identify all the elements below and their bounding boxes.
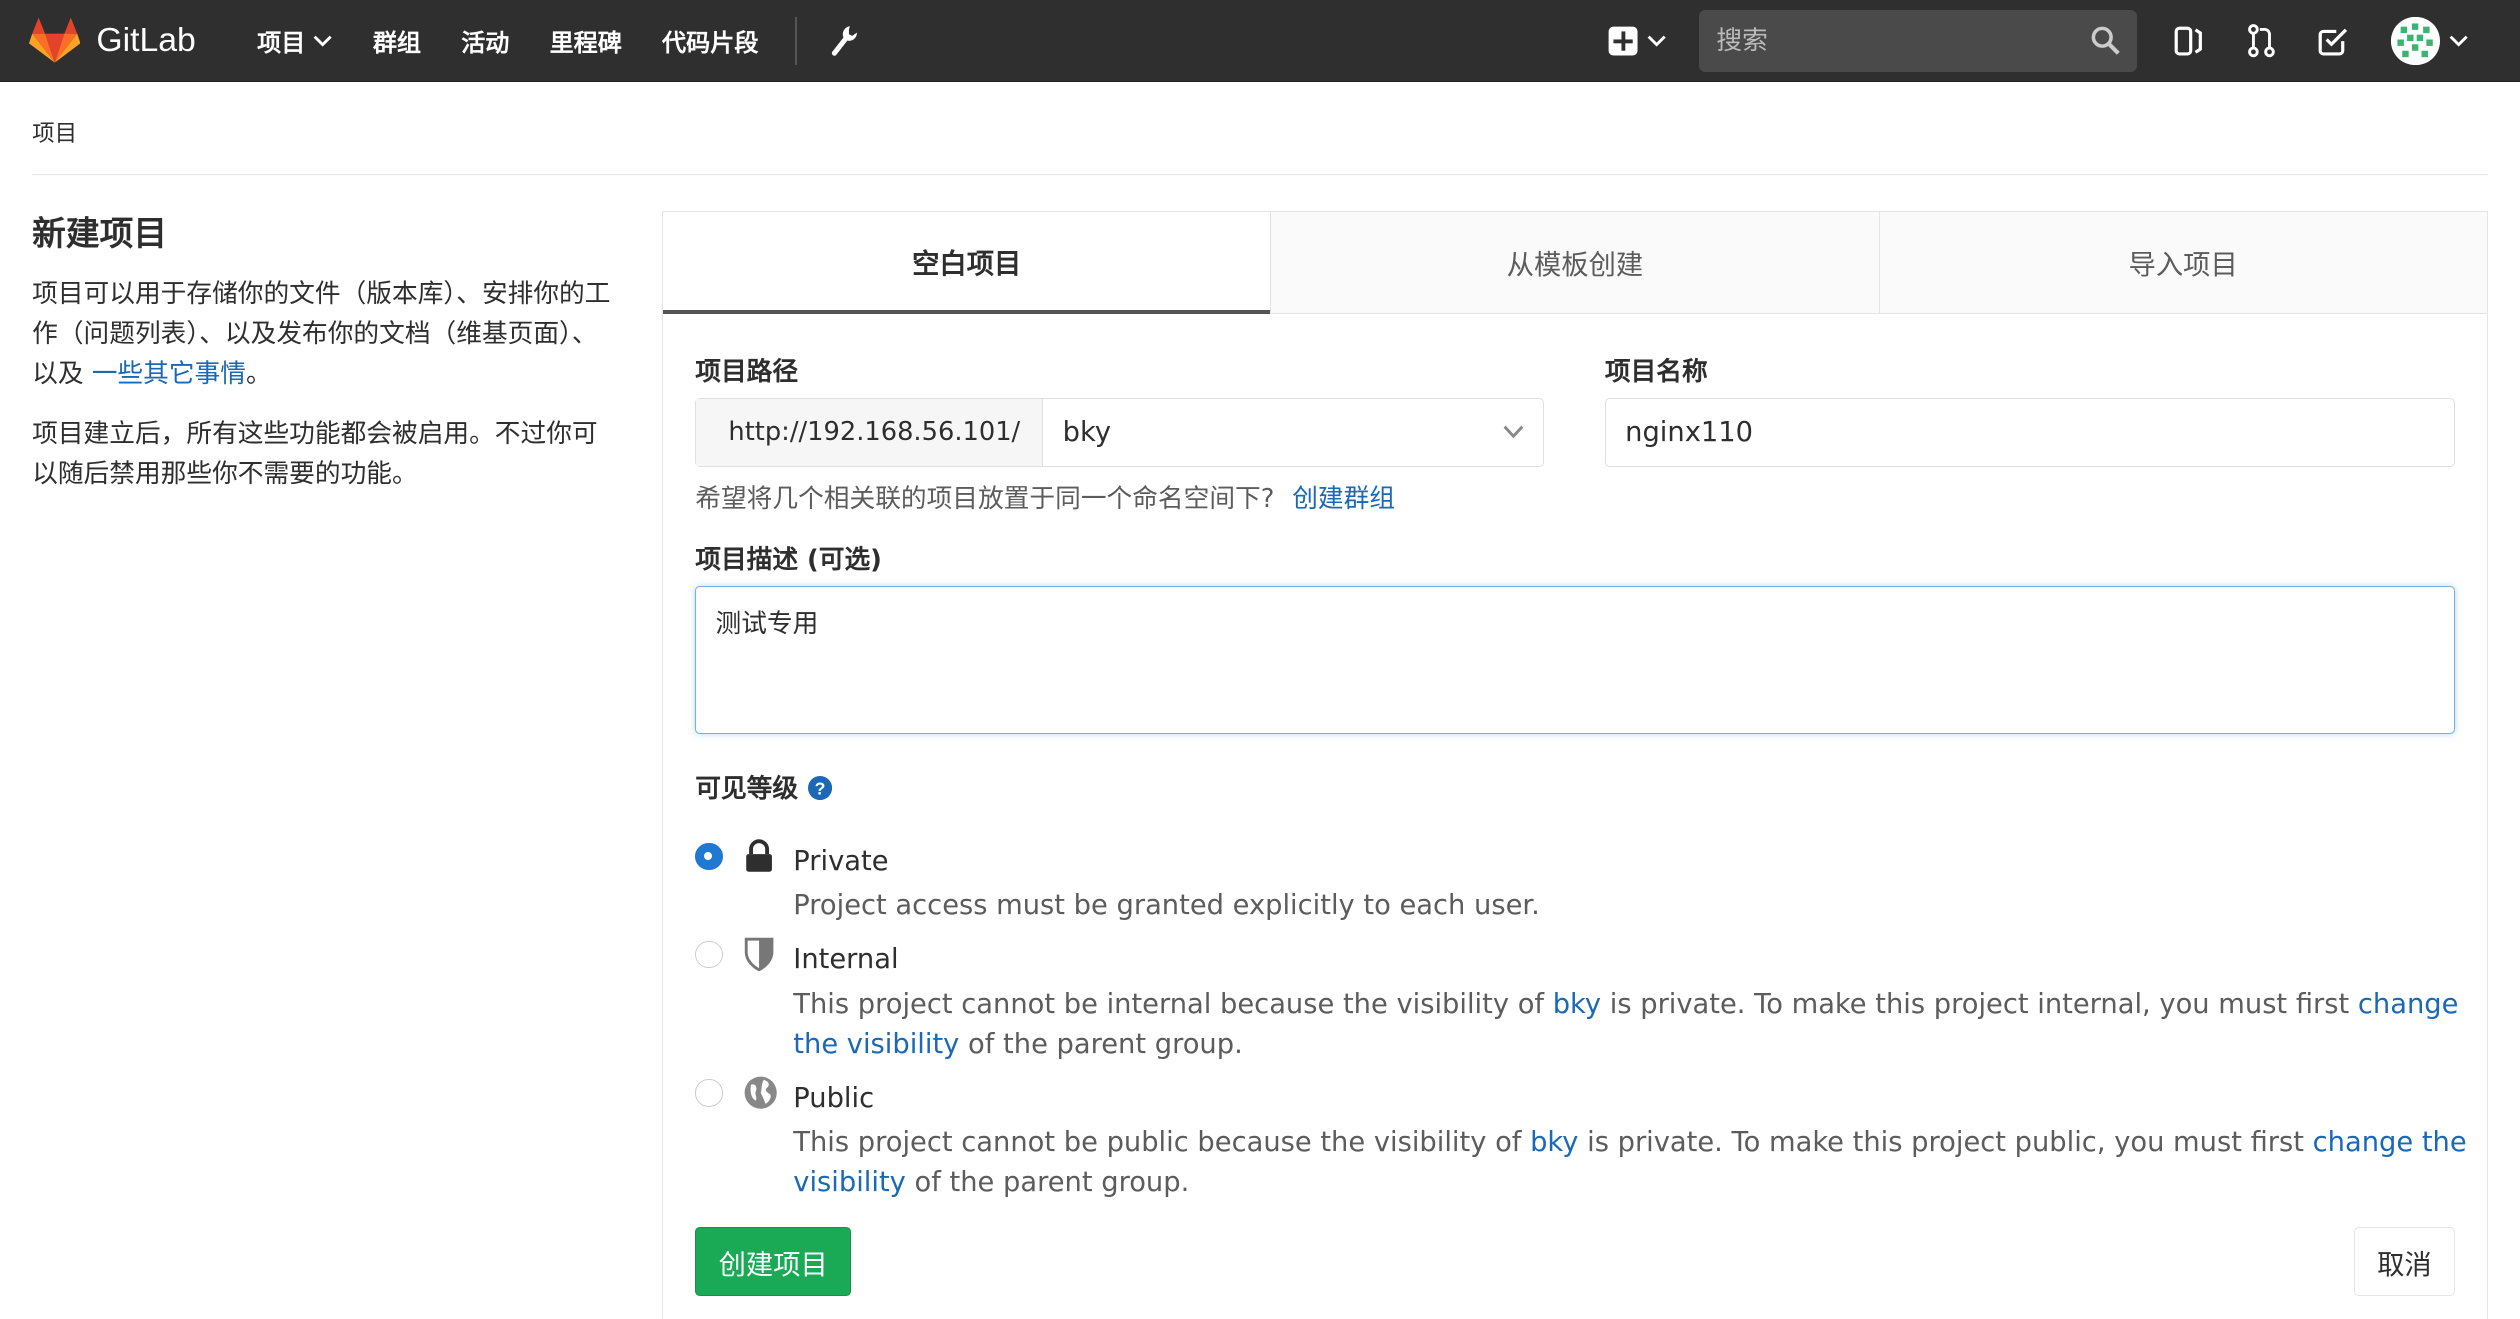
internal-desc-mid: is private. To make this project interna… bbox=[1601, 988, 2358, 1020]
brand-name: GitLab bbox=[96, 20, 196, 59]
user-menu[interactable] bbox=[2391, 16, 2468, 66]
public-group-link[interactable]: bky bbox=[1530, 1127, 1578, 1158]
nav-activity[interactable]: 活动 bbox=[461, 23, 509, 58]
internal-title: Internal bbox=[793, 944, 899, 976]
plus-square-icon bbox=[1608, 26, 1638, 56]
project-description-label: 项目描述 (可选) bbox=[695, 545, 882, 576]
todo-check-icon bbox=[2319, 28, 2348, 56]
nav-projects[interactable]: 项目 bbox=[257, 23, 333, 58]
svg-text:?: ? bbox=[814, 778, 825, 798]
private-title: Private bbox=[793, 846, 889, 878]
project-name-label: 项目名称 bbox=[1604, 357, 1708, 388]
public-desc-pre: This project cannot be public because th… bbox=[793, 1126, 1531, 1158]
help-question-icon[interactable]: ? bbox=[807, 775, 832, 800]
chevron-down-icon bbox=[1647, 35, 1667, 47]
tab-from-template[interactable]: 从模板创建 bbox=[1270, 211, 1879, 315]
cancel-button[interactable]: 取消 bbox=[2353, 1227, 2456, 1297]
project-description-textarea[interactable]: 测试专用 bbox=[695, 585, 2456, 734]
private-description: Project access must be granted explicitl… bbox=[793, 890, 1540, 922]
brand[interactable]: GitLab bbox=[28, 16, 196, 64]
internal-description: This project cannot be internal because … bbox=[793, 985, 2480, 1065]
nav-snippets[interactable]: 代码片段 bbox=[662, 23, 758, 58]
visibility-option-private: Private Project access must be granted e… bbox=[695, 839, 2463, 923]
project-tabs: 空白项目 从模板创建 导入项目 bbox=[663, 211, 2487, 315]
namespace-value: bky bbox=[1062, 416, 1112, 448]
visibility-option-public: Public This project cannot be public bec… bbox=[695, 1076, 2467, 1201]
public-desc-mid: is private. To make this project public,… bbox=[1578, 1126, 2313, 1158]
intro-column: 新建项目 项目可以用于存储你的文件（版本库）、安排你的工作（问题列表）、以及发布… bbox=[32, 206, 611, 514]
path-prefix: http://192.168.56.101/ bbox=[696, 398, 1044, 467]
nav-projects-label: 项目 bbox=[257, 29, 306, 58]
shield-icon bbox=[745, 938, 774, 972]
merge-requests-nav-button[interactable] bbox=[2247, 23, 2276, 58]
internal-desc-post: of the parent group. bbox=[959, 1028, 1243, 1060]
visibility-option-internal: Internal This project cannot be internal… bbox=[695, 938, 2463, 1063]
private-radio[interactable] bbox=[695, 843, 723, 871]
intro-paragraph-1: 项目可以用于存储你的文件（版本库）、安排你的工作（问题列表）、以及发布你的文档（… bbox=[32, 274, 611, 395]
todos-nav-button[interactable] bbox=[2317, 25, 2349, 57]
chevron-down-icon bbox=[313, 35, 333, 47]
public-description: This project cannot be public because th… bbox=[793, 1123, 2480, 1203]
visibility-label: 可见等级? bbox=[695, 768, 832, 805]
nav-divider bbox=[795, 16, 797, 66]
page-title: 新建项目 bbox=[32, 213, 168, 253]
namespace-select[interactable]: bky bbox=[1043, 399, 1542, 466]
more-features-link[interactable]: 一些其它事情 bbox=[92, 359, 246, 389]
create-project-button[interactable]: 创建项目 bbox=[695, 1227, 852, 1297]
nav-milestones[interactable]: 里程碑 bbox=[550, 23, 622, 58]
merge-request-icon bbox=[2247, 24, 2275, 58]
search-icon bbox=[2091, 26, 2120, 55]
internal-desc-pre: This project cannot be internal because … bbox=[793, 988, 1553, 1020]
tab-import-project[interactable]: 导入项目 bbox=[1878, 211, 2487, 315]
tab-blank-project[interactable]: 空白项目 bbox=[663, 211, 1271, 315]
visibility-label-text: 可见等级 bbox=[695, 773, 799, 804]
issues-icon bbox=[2174, 26, 2202, 56]
search-box bbox=[1698, 9, 2138, 73]
admin-area-button[interactable] bbox=[829, 23, 861, 58]
breadcrumb-divider bbox=[32, 173, 2488, 176]
avatar bbox=[2391, 16, 2440, 66]
chevron-down-icon bbox=[1503, 425, 1523, 439]
gitlab-logo-icon bbox=[28, 17, 81, 63]
internal-group-link[interactable]: bky bbox=[1553, 989, 1601, 1020]
nav-groups[interactable]: 群组 bbox=[373, 23, 421, 58]
nav-links: 项目 群组 活动 里程碑 代码片段 bbox=[257, 0, 861, 82]
namespace-help-text: 希望将几个相关联的项目放置于同一个命名空间下? bbox=[695, 484, 1275, 515]
intro-text-end: 。 bbox=[245, 359, 272, 390]
public-desc-post: of the parent group. bbox=[905, 1166, 1190, 1198]
search-input[interactable] bbox=[1698, 9, 2138, 73]
namespace-help: 希望将几个相关联的项目放置于同一个命名空间下? 创建群组 bbox=[695, 478, 1395, 515]
project-path-group: http://192.168.56.101/ bky bbox=[695, 397, 1544, 468]
nav-right bbox=[1607, 0, 2520, 82]
issues-nav-button[interactable] bbox=[2173, 25, 2205, 57]
top-navbar: GitLab 项目 群组 活动 里程碑 代码片段 bbox=[0, 0, 2520, 82]
intro-paragraph-2: 项目建立后，所有这些功能都会被启用。不过你可以随后禁用那些你不需要的功能。 bbox=[32, 418, 598, 489]
project-path-label: 项目路径 bbox=[695, 357, 799, 388]
project-name-input[interactable] bbox=[1604, 397, 2456, 468]
breadcrumb[interactable]: 项目 bbox=[32, 116, 77, 148]
new-dropdown[interactable] bbox=[1607, 25, 1667, 57]
create-group-link[interactable]: 创建群组 bbox=[1292, 484, 1395, 514]
chevron-down-icon bbox=[2449, 35, 2468, 47]
new-project-panel: 空白项目 从模板创建 导入项目 项目路径 http://192.168.56.1… bbox=[662, 210, 2488, 1319]
wrench-icon bbox=[832, 26, 858, 56]
internal-radio[interactable] bbox=[695, 941, 723, 969]
globe-icon bbox=[745, 1076, 778, 1109]
identicon-icon bbox=[2391, 16, 2440, 66]
public-radio[interactable] bbox=[695, 1079, 723, 1107]
lock-icon bbox=[746, 839, 773, 873]
public-title: Public bbox=[793, 1082, 875, 1114]
